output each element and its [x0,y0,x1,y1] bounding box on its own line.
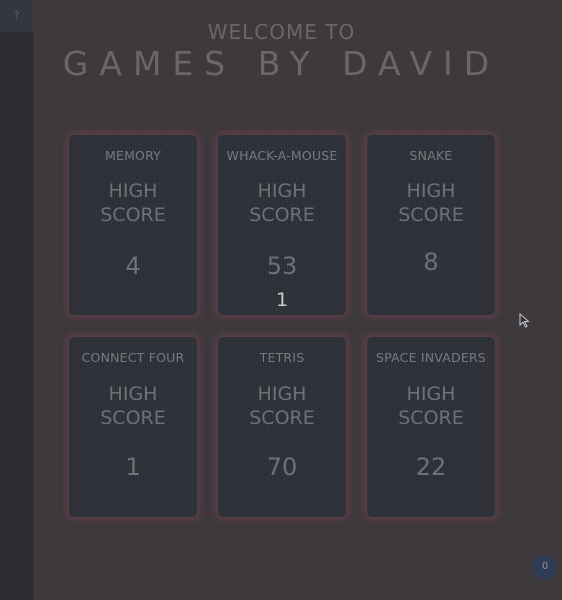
high-score-label-line-1: HIGH [108,383,158,405]
high-score-label-line-1: HIGH [257,383,307,405]
game-title: SNAKE [409,148,453,163]
high-score-value: 4 [125,252,141,280]
high-score-label-line-1: HIGH [108,180,158,202]
high-score-value: 53 [266,252,298,280]
sidebar-toggle-button[interactable]: ? [0,0,33,32]
high-score-label: HIGH SCORE [367,179,495,227]
high-score-label: HIGH SCORE [69,382,197,430]
high-score-value: 70 [266,453,298,481]
high-score-label: HIGH SCORE [218,179,346,227]
page-title: GAMES BY DAVID [62,44,501,83]
game-card-connect-four[interactable]: CONNECT FOUR HIGH SCORE 1 [69,337,197,517]
high-score-label-line-2: SCORE [249,407,315,429]
game-card-snake[interactable]: SNAKE HIGH SCORE 8 [367,135,495,315]
high-score-value: 1 [125,453,141,481]
welcome-heading: WELCOME TO [207,20,356,44]
high-score-label-line-1: HIGH [257,180,307,202]
game-title: MEMORY [104,148,162,163]
game-title: CONNECT FOUR [81,350,185,365]
game-title: TETRIS [259,350,305,365]
current-score-value: 1 [275,289,289,311]
high-score-label-line-1: HIGH [406,383,456,405]
game-card-tetris[interactable]: TETRIS HIGH SCORE 70 [218,337,346,517]
main-content: WELCOME TO GAMES BY DAVID MEMORY HIGH SCO… [33,0,562,600]
high-score-label-line-2: SCORE [398,407,464,429]
high-score-label-line-1: HIGH [406,180,456,202]
game-grid: MEMORY HIGH SCORE 4 WHACK-A-MOUSE HIGH SCO… [69,135,495,517]
notification-badge[interactable]: 0 [533,555,557,579]
high-score-label-line-2: SCORE [398,204,464,226]
high-score-label: HIGH SCORE [367,382,495,430]
game-card-whack-a-mouse[interactable]: WHACK-A-MOUSE HIGH SCORE 53 1 [218,135,346,315]
mouse-pointer-icon [519,313,530,328]
game-title: WHACK-A-MOUSE [226,148,338,163]
high-score-value: 8 [423,248,439,276]
game-card-memory[interactable]: MEMORY HIGH SCORE 4 [69,135,197,315]
high-score-value: 22 [415,453,447,481]
game-title: SPACE INVADERS [376,350,486,365]
high-score-label: HIGH SCORE [218,382,346,430]
sidebar: ? [0,0,33,600]
high-score-label-line-2: SCORE [100,204,166,226]
high-score-label-line-2: SCORE [100,407,166,429]
game-card-space-invaders[interactable]: SPACE INVADERS HIGH SCORE 22 [367,337,495,517]
high-score-label: HIGH SCORE [69,179,197,227]
high-score-label-line-2: SCORE [249,204,315,226]
